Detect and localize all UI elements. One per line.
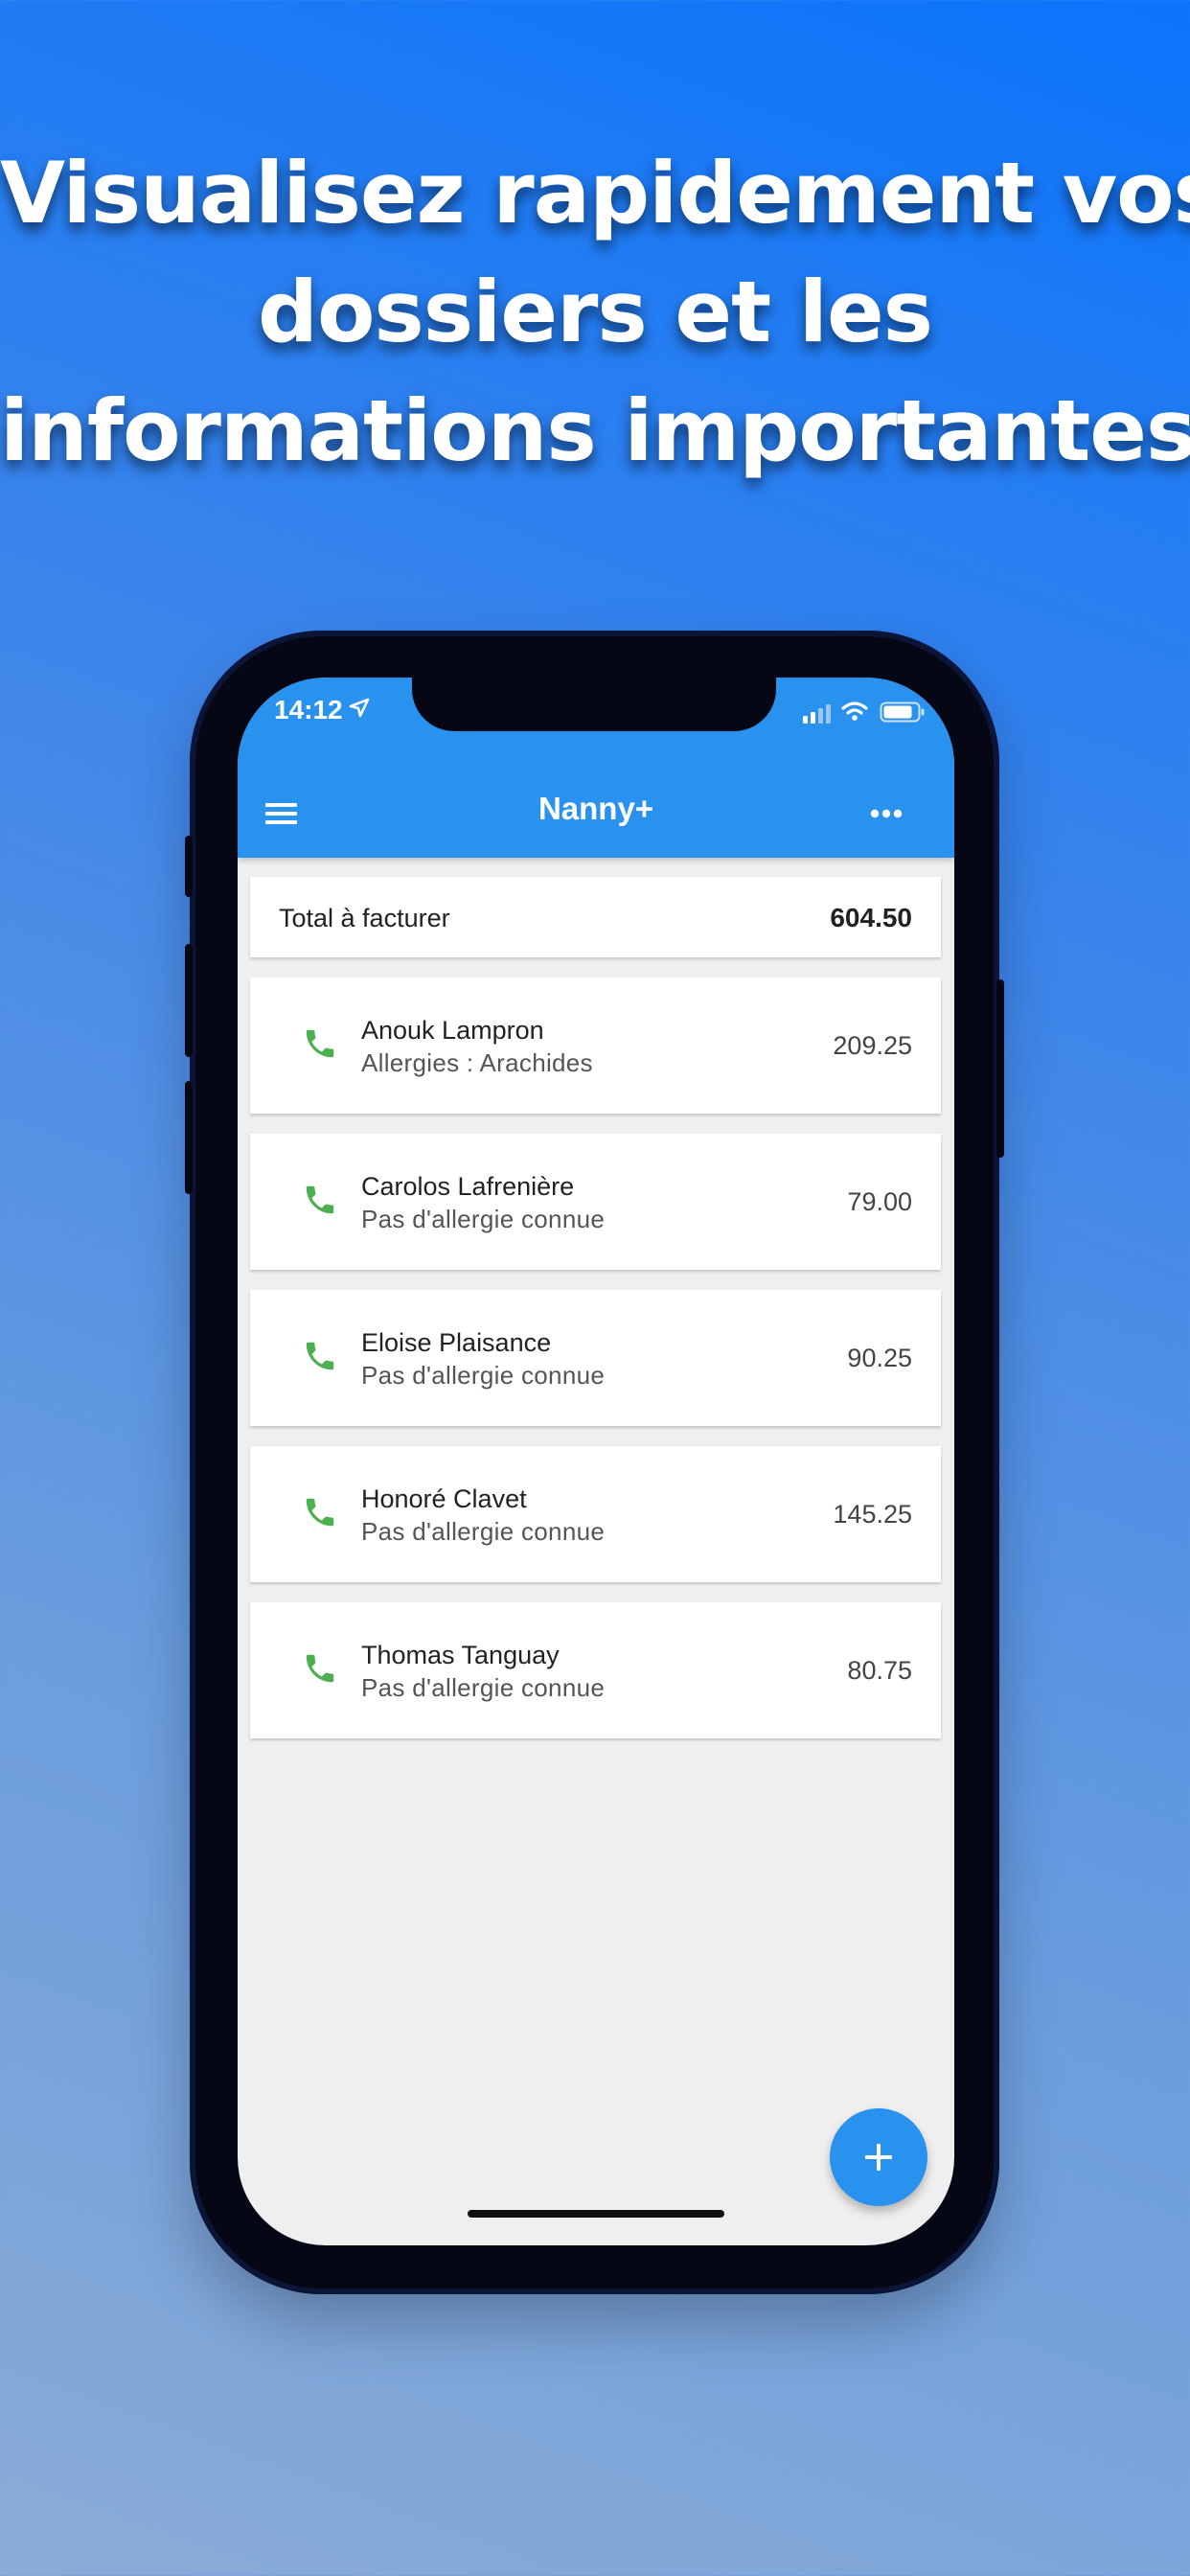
phone-call-icon[interactable] (302, 1338, 338, 1374)
child-allergy: Pas d'allergie connue (361, 1205, 606, 1233)
promo-headline: Visualisez rapidement vos dossiers et le… (0, 134, 1190, 491)
phone-power-button (996, 979, 1004, 1158)
child-amount: 209.25 (833, 1031, 912, 1060)
phone-volume-down (185, 1081, 193, 1194)
plus-icon (865, 2144, 892, 2171)
child-allergy: Pas d'allergie connue (361, 1361, 606, 1390)
child-amount: 90.25 (847, 1344, 912, 1372)
add-child-button[interactable] (830, 2108, 927, 2206)
child-amount: 80.75 (847, 1656, 912, 1685)
phone-call-icon[interactable] (302, 1494, 338, 1530)
headline-line-1: Visualisez rapidement vos (0, 144, 1190, 242)
total-billing-card: Total à facturer 604.50 (250, 877, 941, 957)
child-row[interactable]: Thomas Tanguay Pas d'allergie connue 80.… (250, 1602, 941, 1738)
phone-notch (412, 678, 776, 731)
app-title: Nanny+ (538, 791, 654, 826)
child-name: Carolos Lafrenière (361, 1172, 575, 1201)
phone-call-icon[interactable] (302, 1182, 338, 1218)
home-indicator[interactable] (468, 2210, 724, 2218)
headline-line-3: informations importantes (0, 381, 1190, 480)
total-label: Total à facturer (279, 904, 450, 932)
child-name: Anouk Lampron (361, 1016, 544, 1045)
child-row[interactable]: Honoré Clavet Pas d'allergie connue 145.… (250, 1446, 941, 1582)
phone-silent-switch (185, 836, 193, 897)
cellular-signal-icon (803, 704, 831, 724)
child-amount: 145.25 (833, 1500, 912, 1529)
child-row[interactable]: Eloise Plaisance Pas d'allergie connue 9… (250, 1290, 941, 1426)
location-arrow-icon (349, 698, 370, 718)
battery-icon (880, 702, 925, 723)
wifi-icon (841, 702, 868, 721)
child-allergy: Pas d'allergie connue (361, 1673, 606, 1702)
child-allergy: Allergies : Arachides (361, 1048, 593, 1077)
more-horizontal-icon[interactable] (870, 808, 903, 819)
child-row[interactable]: Carolos Lafrenière Pas d'allergie connue… (250, 1134, 941, 1270)
child-name: Eloise Plaisance (361, 1328, 552, 1357)
phone-volume-up (185, 944, 193, 1057)
child-name: Thomas Tanguay (361, 1641, 560, 1669)
child-row[interactable]: Anouk Lampron Allergies : Arachides 209.… (250, 978, 941, 1114)
child-amount: 79.00 (847, 1187, 912, 1216)
phone-call-icon[interactable] (302, 1650, 338, 1687)
total-value: 604.50 (830, 903, 912, 932)
status-time: 14:12 (274, 695, 343, 724)
headline-line-2: dossiers et les (257, 263, 933, 361)
phone-call-icon[interactable] (302, 1025, 338, 1062)
app-screen: 14:12 Nanny+ Total à facturer 604.50 Ano… (238, 678, 954, 2245)
child-name: Honoré Clavet (361, 1484, 527, 1513)
child-allergy: Pas d'allergie connue (361, 1517, 606, 1546)
